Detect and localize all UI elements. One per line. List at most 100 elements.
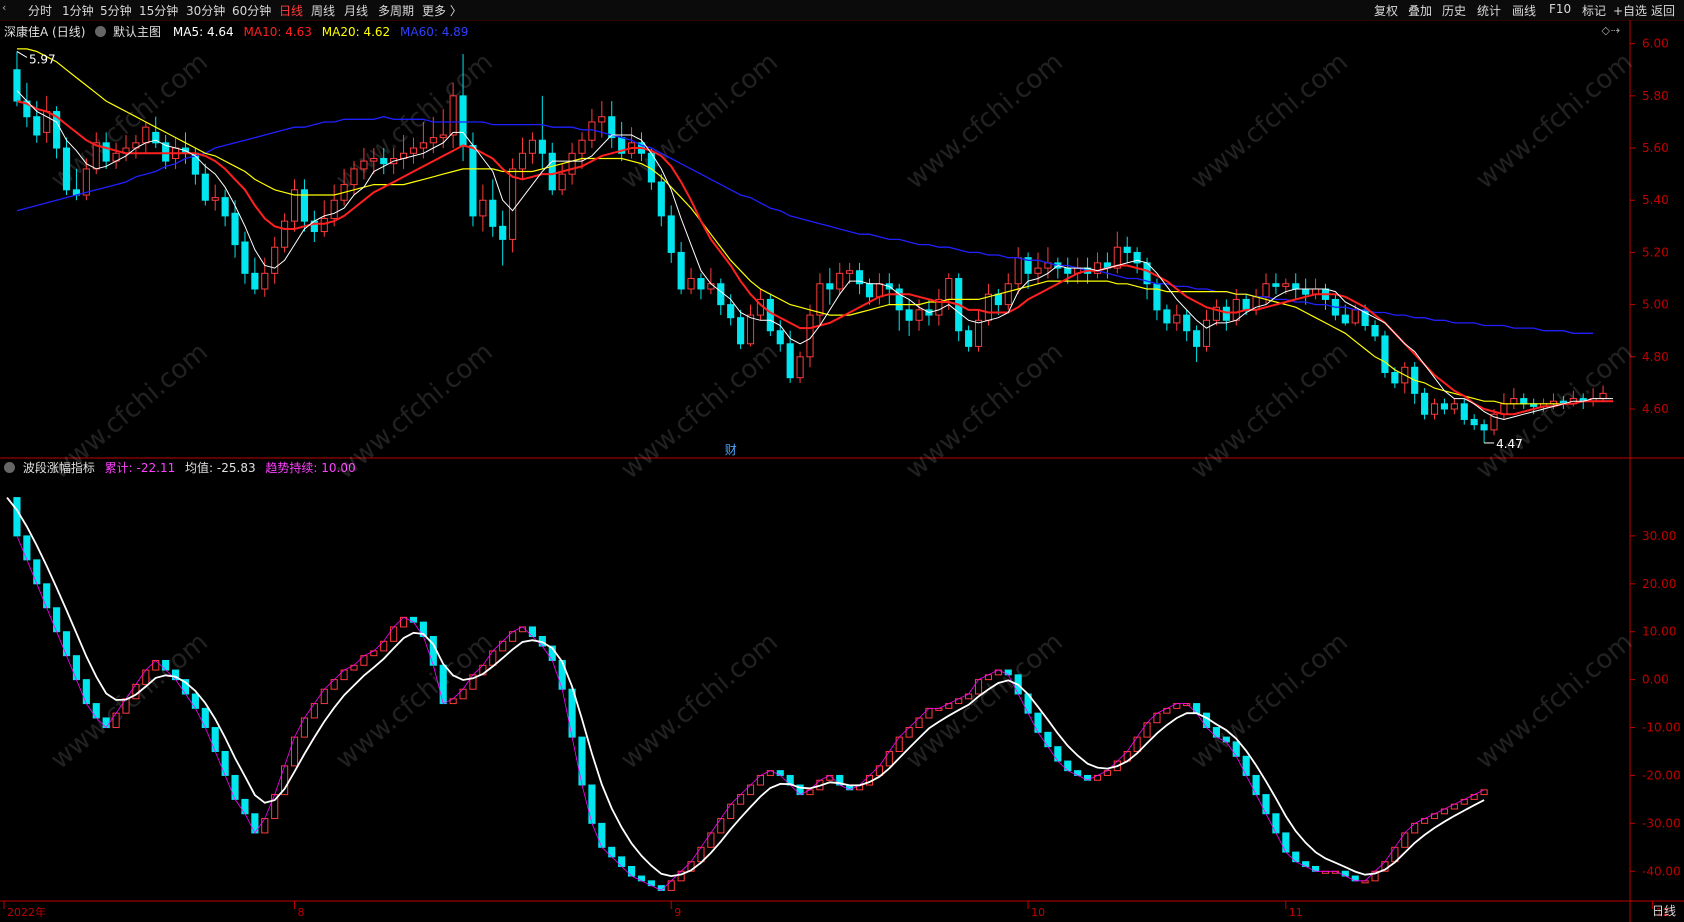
indicator-bar <box>974 679 983 695</box>
chart-area[interactable]: 6.00 5.80 5.60 5.40 5.20 5.00 4.80 4.60 30.00 20.… <box>0 20 1684 922</box>
indicator-bar <box>1401 832 1409 848</box>
period-tab[interactable]: 分时 <box>28 2 52 19</box>
period-tab[interactable]: 多周期 <box>378 2 414 19</box>
watermark-text: www.cfchi.com <box>330 627 499 775</box>
fuquan-button[interactable]: 复权 <box>1374 2 1398 19</box>
indicator-bar <box>340 669 348 681</box>
watermark-text: www.cfchi.com <box>900 47 1069 195</box>
y-tick-label: 20.00 <box>1642 577 1676 591</box>
candle <box>1153 283 1161 311</box>
candle <box>1222 306 1230 321</box>
candle <box>370 157 378 162</box>
indicator-bar <box>231 774 239 800</box>
indicator-bar <box>737 794 745 805</box>
candle <box>598 116 606 123</box>
watermark-text: www.cfchi.com <box>330 337 499 485</box>
indicator-bar <box>33 559 41 585</box>
max-price-label: 5.97 <box>29 52 56 66</box>
candle <box>1202 319 1211 347</box>
candle <box>1381 335 1389 373</box>
more-menu[interactable]: 更多 〉 <box>422 2 462 19</box>
candle <box>1450 403 1458 410</box>
candle <box>766 298 774 332</box>
indicator-bar <box>1064 760 1072 772</box>
period-tab[interactable]: 15分钟 <box>139 2 178 19</box>
indicator-bar <box>905 727 913 738</box>
indicator-bar <box>489 650 497 666</box>
period-tab[interactable]: 月线 <box>344 2 368 19</box>
candle <box>1004 283 1012 306</box>
candle <box>221 197 229 217</box>
candle <box>915 309 923 321</box>
candle <box>1292 283 1300 290</box>
y-tick-label: 0.00 <box>1642 673 1669 687</box>
candle <box>281 220 289 248</box>
indicator-bar <box>310 703 318 719</box>
return-button[interactable]: 返回 <box>1651 2 1675 19</box>
overlay-button[interactable]: 叠加 <box>1408 2 1432 19</box>
candle <box>727 304 735 319</box>
indicator-bar <box>211 727 219 752</box>
indicator-bar <box>1153 712 1161 724</box>
x-tick-label: 2022年 <box>7 905 46 919</box>
top-toolbar: ‹ 分时 1分钟 5分钟 15分钟 30分钟 60分钟 日线 周线 月线 多周期… <box>0 0 1684 21</box>
indicator-bar <box>380 640 388 652</box>
candle <box>588 121 596 141</box>
candle <box>558 173 566 191</box>
period-tab[interactable]: 30分钟 <box>186 2 225 19</box>
candle <box>786 343 794 379</box>
indicator-bar <box>1282 832 1290 853</box>
candle <box>905 309 913 321</box>
indicator-bar <box>290 736 299 767</box>
candle <box>62 147 71 191</box>
candle <box>1163 309 1171 324</box>
financial-report-marker: 财 <box>725 443 737 457</box>
candle <box>1341 314 1349 324</box>
candle <box>211 197 219 201</box>
indicator-bar <box>528 626 537 638</box>
indicator-bar <box>588 784 596 824</box>
indicator-bar <box>23 535 31 561</box>
indicator-bar <box>1143 722 1151 738</box>
ma5-line <box>16 90 1613 421</box>
add-watchlist-button[interactable]: +自选 <box>1613 2 1647 19</box>
draw-button[interactable]: 画线 <box>1512 2 1536 19</box>
period-tab-active[interactable]: 日线 <box>279 2 303 19</box>
x-tick-label: 9 <box>674 906 681 919</box>
indicator-bar <box>201 707 209 729</box>
indicator-bar <box>618 856 626 867</box>
y-tick-label: -30.00 <box>1642 816 1681 830</box>
watermark-text: www.cfchi.com <box>900 627 1069 775</box>
candle <box>1351 309 1359 324</box>
period-tab[interactable]: 5分钟 <box>100 2 132 19</box>
period-tab[interactable]: 60分钟 <box>232 2 271 19</box>
indicator-bar <box>390 626 398 642</box>
x-tick-label: 10 <box>1031 906 1045 919</box>
y-tick-label: 5.80 <box>1642 89 1669 103</box>
back-icon[interactable]: ‹ <box>2 1 6 14</box>
candle <box>261 272 269 290</box>
y-tick-label: -40.00 <box>1642 864 1681 878</box>
period-tab[interactable]: 周线 <box>311 2 335 19</box>
stats-button[interactable]: 统计 <box>1477 2 1501 19</box>
indicator-bar <box>608 846 616 858</box>
mark-button[interactable]: 标记 <box>1582 2 1606 19</box>
ma10-line <box>16 100 1613 416</box>
indicator-bar <box>895 736 903 752</box>
f10-button[interactable]: F10 <box>1549 2 1571 16</box>
period-corner-button[interactable]: 日线 <box>1652 902 1676 919</box>
min-price-label: 4.47 <box>1496 437 1523 451</box>
candle <box>667 215 675 253</box>
candle <box>578 139 586 154</box>
indicator-bar <box>1242 755 1250 776</box>
history-button[interactable]: 历史 <box>1442 2 1466 19</box>
y-tick-label: 6.00 <box>1642 37 1669 51</box>
candle <box>846 270 854 274</box>
candle <box>33 116 41 136</box>
indicator-bar <box>627 865 636 877</box>
period-tab[interactable]: 1分钟 <box>62 2 94 19</box>
indicator-bar <box>459 688 467 700</box>
candle <box>449 95 457 136</box>
x-tick-label: 8 <box>298 906 305 919</box>
candle <box>479 199 487 217</box>
